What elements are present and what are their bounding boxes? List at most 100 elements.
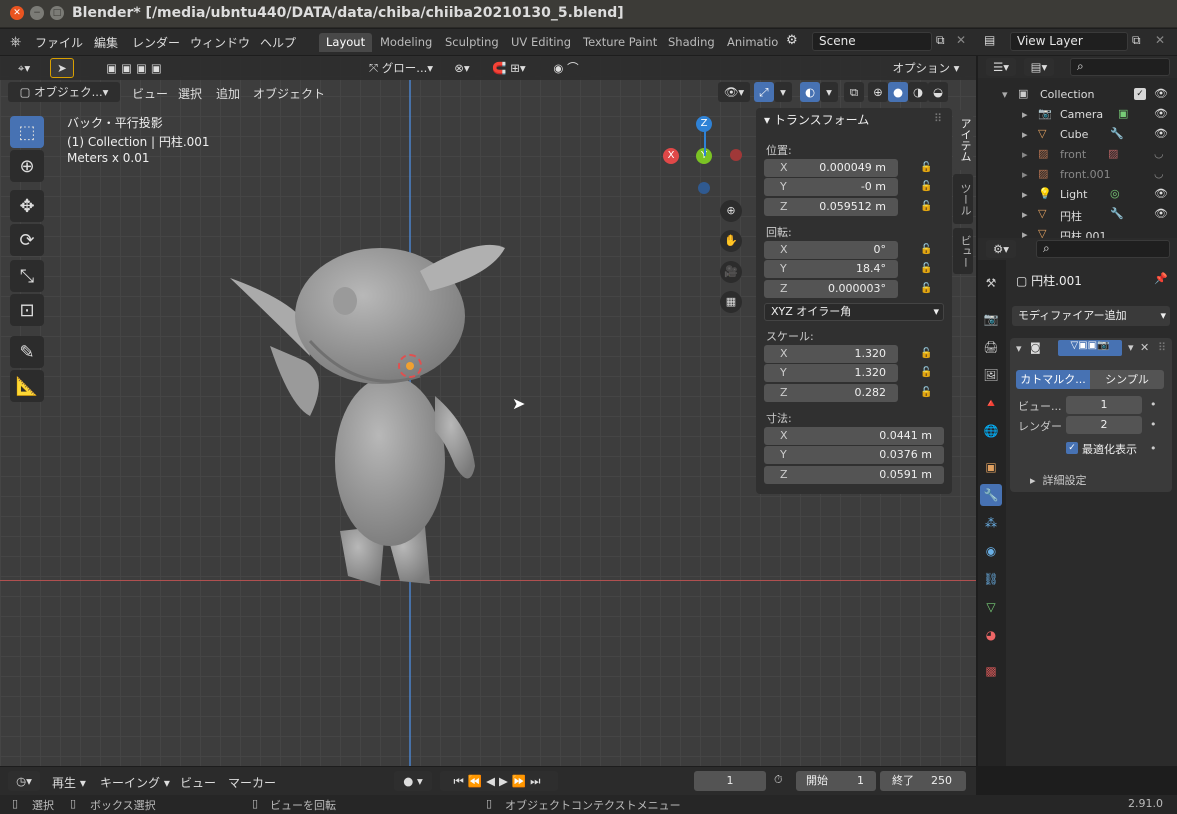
physics-icon[interactable]: ◉ [980, 540, 1002, 562]
eye-icon[interactable]: 👁 [1154, 87, 1168, 100]
minimize-icon[interactable]: − [30, 6, 44, 20]
viewport-levels-field[interactable]: 1 [1066, 396, 1142, 414]
outliner-row-cylinder001[interactable]: ▸ ▽ 円柱.001 [978, 225, 1177, 238]
eye-closed-icon[interactable]: ◡ [1154, 167, 1164, 180]
eye-icon[interactable]: 👁 [1154, 107, 1168, 120]
dimensions-z-field[interactable]: Z 0.0591 m [764, 466, 944, 484]
expand-arrow-icon[interactable]: ▸ [1022, 188, 1028, 201]
tab-animation[interactable]: Animatio [720, 33, 785, 52]
advanced-subpanel[interactable]: ▸ 詳細設定 [1030, 472, 1087, 488]
keying-menu[interactable]: キーイング ▾ [100, 774, 170, 791]
blender-logo-icon[interactable]: ⎈ [10, 34, 21, 50]
catmull-clark-button[interactable]: カトマルク... [1016, 370, 1090, 389]
character-mesh[interactable] [220, 226, 520, 596]
lock-icon[interactable]: 🔓 [920, 181, 934, 193]
eye-icon[interactable]: 👁 [1154, 207, 1168, 220]
pan-hand-icon[interactable]: ✋ [720, 230, 742, 252]
render-levels-field[interactable]: 2 [1066, 416, 1142, 434]
optimal-display-checkbox[interactable]: ✓ [1066, 442, 1078, 454]
outliner-row-front[interactable]: ▸ ▨ front ▨ ◡ [978, 145, 1177, 165]
expand-arrow-icon[interactable]: ▸ [1022, 148, 1028, 161]
new-scene-icon[interactable]: ⧉ [936, 33, 945, 48]
expand-arrow-icon[interactable]: ▸ [1022, 168, 1028, 181]
maximize-icon[interactable]: □ [50, 6, 64, 20]
rotation-y-field[interactable]: Y 18.4° [764, 260, 898, 278]
overlay-dropdown-icon[interactable]: ▾ [820, 82, 838, 102]
outliner-row-front001[interactable]: ▸ ▨ front.001 ◡ [978, 165, 1177, 185]
ortho-grid-icon[interactable]: ▦ [720, 291, 742, 313]
snap-toggle[interactable]: 🧲 ⊞▾ [482, 59, 536, 77]
outliner-row-cylinder[interactable]: ▸ ▽ 円柱 🔧 👁 [978, 205, 1177, 225]
timeline-editor-icon[interactable]: ◷▾ [8, 771, 40, 791]
material-shading-icon[interactable]: ◑ [908, 82, 928, 102]
add-modifier-dropdown[interactable]: モディファイアー追加 ▾ [1012, 306, 1170, 326]
tab-modeling[interactable]: Modeling [373, 33, 439, 52]
location-z-field[interactable]: Z 0.059512 m [764, 198, 898, 216]
rotation-z-field[interactable]: Z 0.000003° [764, 280, 898, 298]
current-frame-field[interactable]: 1 [694, 771, 766, 791]
scene-field[interactable]: Scene [812, 32, 932, 51]
tab-sculpting[interactable]: Sculpting [438, 33, 506, 52]
menu-window[interactable]: ウィンドウ [190, 34, 250, 51]
new-viewlayer-icon[interactable]: ⧉ [1132, 33, 1141, 48]
menu-view[interactable]: ビュー [132, 85, 168, 102]
lock-icon[interactable]: 🔓 [920, 348, 934, 360]
lock-icon[interactable]: 🔓 [920, 162, 934, 174]
annotate-tool-icon[interactable]: ✎ [10, 336, 44, 368]
timeline-view-menu[interactable]: ビュー [180, 774, 216, 791]
checkbox-icon[interactable]: ✓ [1134, 88, 1146, 100]
close-icon[interactable]: ✕ [10, 6, 24, 20]
outliner-row-collection[interactable]: ▾ ▣ Collection ✓ 👁 [978, 85, 1177, 105]
delete-viewlayer-icon[interactable]: ✕ [1155, 33, 1165, 47]
tool-settings-icon[interactable]: ⚒ [980, 272, 1002, 294]
view-layer-icon[interactable]: 🖼 [980, 364, 1002, 386]
lock-icon[interactable]: 🔓 [920, 201, 934, 213]
lock-icon[interactable]: 🔓 [920, 387, 934, 399]
viewlayer-field[interactable]: View Layer [1010, 32, 1128, 51]
lock-icon[interactable]: 🔓 [920, 263, 934, 275]
animate-dot-icon[interactable]: • [1150, 398, 1157, 411]
outliner-search-input[interactable]: ⌕ [1070, 58, 1170, 76]
menu-add[interactable]: 追加 [216, 85, 240, 102]
pin-icon[interactable]: 📌 [1154, 272, 1168, 285]
scale-x-field[interactable]: X 1.320 [764, 345, 898, 363]
menu-object[interactable]: オブジェクト [253, 85, 325, 102]
pivot-dropdown[interactable]: ⌖▾ [8, 59, 40, 77]
constraints-icon[interactable]: ⛓ [980, 568, 1002, 590]
gizmo-dropdown-icon[interactable]: ▾ [774, 82, 792, 102]
cursor-tool-icon[interactable]: ⊕ [10, 150, 44, 182]
move-tool-icon[interactable]: ✥ [10, 190, 44, 222]
overlay-toggle-icon[interactable]: ◐ [800, 82, 820, 102]
location-x-field[interactable]: X 0.000049 m [764, 159, 898, 177]
camera-view-icon[interactable]: 🎥 [720, 261, 742, 283]
gizmo-x-axis[interactable]: X [663, 148, 679, 164]
properties-search-input[interactable]: ⌕ [1036, 240, 1170, 258]
close-icon[interactable]: ✕ [1140, 341, 1149, 354]
solid-shading-icon[interactable]: ● [888, 82, 908, 102]
eye-icon[interactable]: 👁 [1154, 127, 1168, 140]
editor-type-icon[interactable]: ⚙▾ [986, 240, 1016, 258]
dimensions-y-field[interactable]: Y 0.0376 m [764, 446, 944, 464]
options-dropdown[interactable]: オプション ▾ [886, 59, 966, 77]
animate-dot-icon[interactable]: • [1150, 418, 1157, 431]
expand-arrow-icon[interactable]: ▸ [1022, 208, 1028, 221]
menu-help[interactable]: ヘルプ [260, 34, 296, 51]
chevron-down-icon[interactable]: ▾ [1128, 341, 1134, 354]
scene-icon[interactable]: ⚙ [786, 33, 798, 48]
location-y-field[interactable]: Y -0 m [764, 178, 898, 196]
menu-file[interactable]: ファイル [35, 34, 83, 51]
outliner-row-cube[interactable]: ▸ ▽ Cube 🔧 👁 [978, 125, 1177, 145]
mode-dropdown[interactable]: ▢ オブジェク... ▾ [8, 82, 120, 102]
eye-icon[interactable]: 👁 [1154, 187, 1168, 200]
dimensions-x-field[interactable]: X 0.0441 m [764, 427, 944, 445]
tab-view[interactable]: ビュー [953, 228, 973, 274]
end-frame-field[interactable]: 終了 250 [880, 771, 966, 791]
select-mode-icons[interactable]: ▣▣▣▣ [88, 59, 184, 77]
tab-uv-editing[interactable]: UV Editing [504, 33, 578, 52]
playback-menu[interactable]: 再生 ▾ [52, 774, 86, 791]
display-mode-icon[interactable]: ▤▾ [1024, 58, 1054, 76]
particles-icon[interactable]: ⁂ [980, 512, 1002, 534]
marker-menu[interactable]: マーカー [228, 774, 276, 791]
object-properties-icon[interactable]: ▣ [980, 456, 1002, 478]
object-data-icon[interactable]: ▽ [980, 596, 1002, 618]
